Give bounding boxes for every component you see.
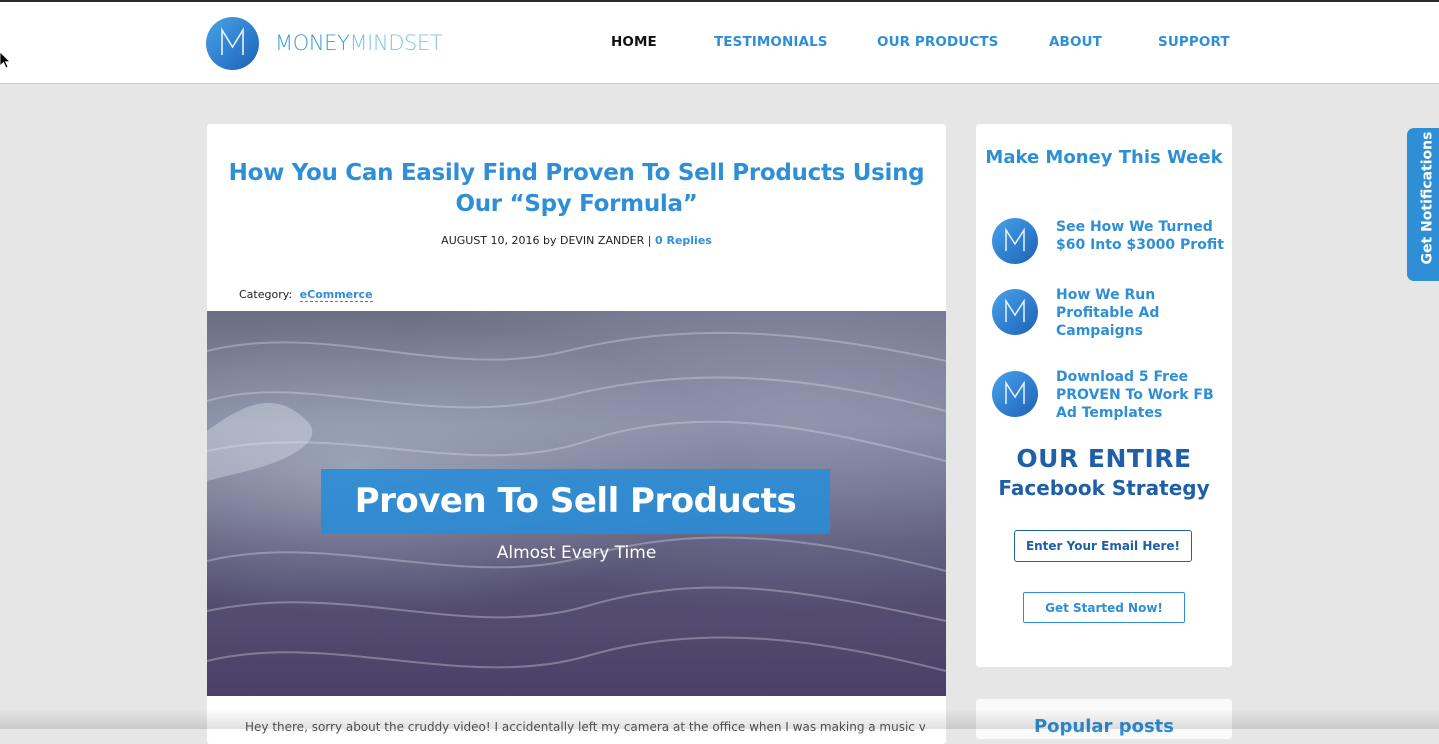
get-notifications-tab[interactable]: Get Notifications [1407, 128, 1439, 281]
nav-testimonials[interactable]: TESTIMONIALS [714, 34, 828, 50]
m-letter-circle-icon [992, 218, 1038, 264]
hero-title: Proven To Sell Products [354, 481, 797, 521]
bottom-shadow [0, 709, 1439, 729]
sidebar-heading: Make Money This Week [985, 147, 1223, 168]
category-link[interactable]: eCommerce [299, 288, 373, 302]
sidebar-link-ad-templates[interactable]: Download 5 Free PROVEN To Work FB Ad Tem… [1056, 368, 1226, 422]
post-category: Category: eCommerce [239, 288, 373, 302]
logo-text-money: MONEY [275, 31, 350, 55]
site-header: MONEYMINDSET HOME TESTIMONIALS OUR PRODU… [0, 2, 1439, 84]
post-date-author: AUGUST 10, 2016 by DEVIN ZANDER [441, 234, 645, 247]
logo-text-mindset: MINDSET [349, 31, 443, 55]
category-label: Category: [239, 288, 293, 301]
strategy-heading-line2: Facebook Strategy [998, 476, 1210, 500]
replies-link[interactable]: 0 Replies [655, 234, 712, 247]
nav-support[interactable]: SUPPORT [1158, 34, 1230, 50]
meta-separator: | [647, 234, 652, 247]
sidebar-link-ad-campaigns[interactable]: How We Run Profitable Ad Campaigns [1056, 286, 1226, 340]
email-input[interactable] [1014, 530, 1192, 562]
nav-about[interactable]: ABOUT [1049, 34, 1102, 50]
hero-image[interactable]: Proven To Sell Products Almost Every Tim… [207, 311, 946, 696]
post-meta: AUGUST 10, 2016 by DEVIN ZANDER | 0 Repl… [207, 234, 946, 247]
nav-our-products[interactable]: OUR PRODUCTS [877, 34, 999, 50]
get-started-button[interactable]: Get Started Now! [1023, 592, 1185, 623]
post-title[interactable]: How You Can Easily Find Proven To Sell P… [207, 158, 946, 220]
logo-text: MONEYMINDSET [275, 31, 443, 55]
m-letter-circle-icon [992, 371, 1038, 417]
strategy-heading-line1: OUR ENTIRE [1016, 444, 1192, 473]
m-letter-circle-icon [992, 289, 1038, 335]
logo-m-icon [206, 16, 259, 70]
mouse-cursor-icon [0, 52, 10, 69]
nav-home[interactable]: HOME [611, 34, 657, 50]
notifications-label: Get Notifications [1419, 131, 1436, 265]
sidebar-link-turned-profit[interactable]: See How We Turned $60 Into $3000 Profit [1056, 218, 1226, 254]
site-logo[interactable]: MONEYMINDSET [206, 16, 466, 70]
hero-subtitle: Almost Every Time [496, 543, 657, 563]
